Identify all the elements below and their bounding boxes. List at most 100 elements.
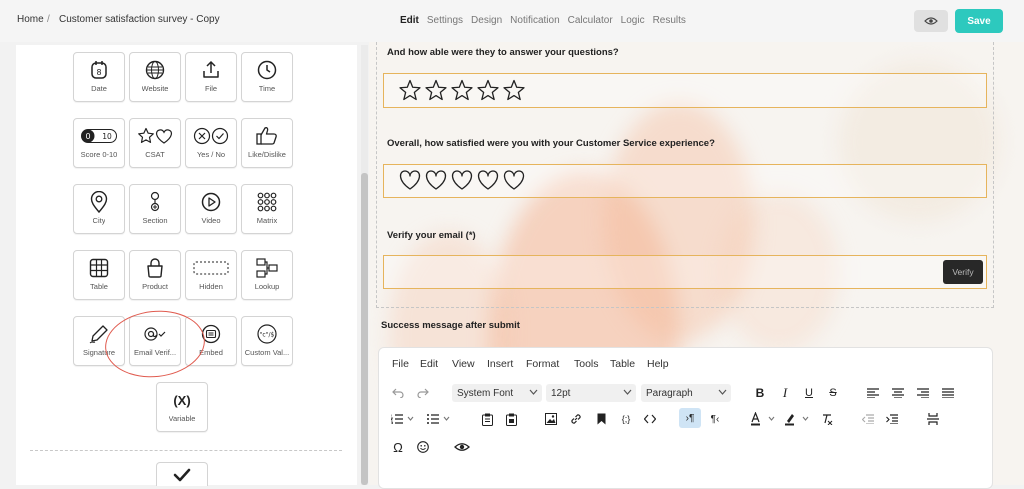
heart-icon[interactable] [503, 170, 525, 190]
tab-logic[interactable]: Logic [621, 15, 645, 26]
menu-format[interactable]: Format [526, 358, 559, 370]
tile-section[interactable]: Section [129, 184, 181, 234]
text-color-icon[interactable] [749, 410, 781, 428]
question-title: And how able were they to answer your qu… [387, 47, 619, 58]
tile-city[interactable]: City [73, 184, 125, 234]
chevron-down-icon [623, 389, 632, 395]
heart-rating-field[interactable] [383, 164, 987, 198]
heart-icon[interactable] [451, 170, 473, 190]
menu-insert[interactable]: Insert [487, 358, 513, 370]
tab-results[interactable]: Results [653, 15, 686, 26]
tile-custom-value[interactable]: "c"/$ Custom Val... [241, 316, 293, 366]
align-center-icon[interactable] [891, 384, 905, 402]
highlight-color-icon[interactable] [783, 410, 815, 428]
template-variable-icon[interactable]: {;} [617, 410, 635, 428]
bullet-list-icon[interactable] [426, 410, 452, 428]
align-justify-icon[interactable] [941, 384, 955, 402]
star-rating[interactable] [399, 78, 549, 102]
tile-score-0-10[interactable]: 0 10 Score 0-10 [73, 118, 125, 168]
link-icon[interactable] [569, 410, 583, 428]
tile-matrix[interactable]: Matrix [241, 184, 293, 234]
breadcrumb-home[interactable]: Home [17, 14, 44, 25]
tab-design[interactable]: Design [471, 15, 502, 26]
menu-edit[interactable]: Edit [420, 358, 438, 370]
outdent-icon[interactable] [861, 410, 875, 428]
menu-table[interactable]: Table [610, 358, 635, 370]
paste-icon[interactable] [504, 410, 518, 428]
calendar-day: 8 [96, 68, 101, 77]
tile-csat[interactable]: CSAT [129, 118, 181, 168]
check-icon [173, 468, 191, 482]
tile-lookup[interactable]: Lookup [241, 250, 293, 300]
star-icon[interactable] [425, 79, 447, 101]
tile-hidden[interactable]: Hidden [185, 250, 237, 300]
redo-icon[interactable] [416, 384, 430, 402]
tile-table[interactable]: Table [73, 250, 125, 300]
tile-product[interactable]: Product [129, 250, 181, 300]
undo-icon[interactable] [391, 384, 405, 402]
copy-icon[interactable] [480, 410, 494, 428]
star-icon[interactable] [477, 79, 499, 101]
tab-settings[interactable]: Settings [427, 15, 463, 26]
tab-calculator[interactable]: Calculator [568, 15, 613, 26]
font-size-select[interactable]: 12pt [546, 384, 636, 402]
heart-icon[interactable] [425, 170, 447, 190]
star-icon[interactable] [503, 79, 525, 101]
star-rating-field[interactable] [383, 73, 987, 108]
tab-notification[interactable]: Notification [510, 15, 559, 26]
strikethrough-icon[interactable]: S [826, 384, 840, 402]
tile-signature[interactable]: Signature [73, 316, 125, 366]
tile-video[interactable]: Video [185, 184, 237, 234]
tile-checkbox-partial[interactable] [156, 462, 208, 486]
tile-file[interactable]: File [185, 52, 237, 102]
palette-scrollbar-thumb[interactable] [361, 173, 368, 485]
star-icon[interactable] [399, 79, 421, 101]
menu-file[interactable]: File [392, 358, 409, 370]
eye-icon [924, 17, 938, 25]
ltr-icon[interactable]: ›¶ [679, 408, 701, 428]
tile-date[interactable]: 8 Date [73, 52, 125, 102]
tile-time[interactable]: Time [241, 52, 293, 102]
heart-rating[interactable] [399, 168, 549, 192]
rtl-icon[interactable]: ¶‹ [707, 410, 723, 428]
menu-tools[interactable]: Tools [574, 358, 599, 370]
heart-icon[interactable] [399, 170, 421, 190]
menu-view[interactable]: View [452, 358, 475, 370]
preview-button[interactable] [914, 10, 948, 32]
tile-like-dislike[interactable]: Like/Dislike [241, 118, 293, 168]
tile-email-verification[interactable]: Email Verif... [129, 316, 181, 366]
align-right-icon[interactable] [916, 384, 930, 402]
tile-label: Table [90, 282, 108, 291]
upload-icon [203, 60, 219, 78]
heart-icon[interactable] [477, 170, 499, 190]
bookmark-icon[interactable] [594, 410, 608, 428]
special-character-icon[interactable]: Ω [390, 438, 406, 456]
image-icon[interactable] [544, 410, 558, 428]
verify-button[interactable]: Verify [943, 260, 983, 284]
table-icon [89, 258, 109, 278]
tile-yes-no[interactable]: Yes / No [185, 118, 237, 168]
menu-help[interactable]: Help [647, 358, 669, 370]
bold-icon[interactable]: B [753, 384, 767, 402]
align-left-icon[interactable] [866, 384, 880, 402]
page-break-icon[interactable] [925, 410, 941, 428]
block-format-select[interactable]: Paragraph [641, 384, 731, 402]
map-pin-icon [90, 191, 108, 213]
tile-website[interactable]: Website [129, 52, 181, 102]
tab-edit[interactable]: Edit [400, 15, 419, 26]
emoji-icon[interactable] [415, 438, 431, 456]
italic-icon[interactable]: I [778, 384, 792, 402]
tile-embed[interactable]: Embed [185, 316, 237, 366]
clear-formatting-icon[interactable] [820, 410, 834, 428]
tile-variable[interactable]: (X) Variable [156, 382, 208, 432]
code-icon[interactable] [642, 410, 658, 428]
tile-label: Variable [168, 414, 196, 423]
underline-icon[interactable]: U [802, 384, 816, 402]
star-icon[interactable] [451, 79, 473, 101]
email-verify-input[interactable]: Verify [383, 255, 987, 289]
font-family-select[interactable]: System Font [452, 384, 542, 402]
indent-icon[interactable] [885, 410, 899, 428]
save-button[interactable]: Save [955, 9, 1003, 33]
numbered-list-icon[interactable] [390, 410, 416, 428]
preview-eye-icon[interactable] [453, 438, 471, 456]
